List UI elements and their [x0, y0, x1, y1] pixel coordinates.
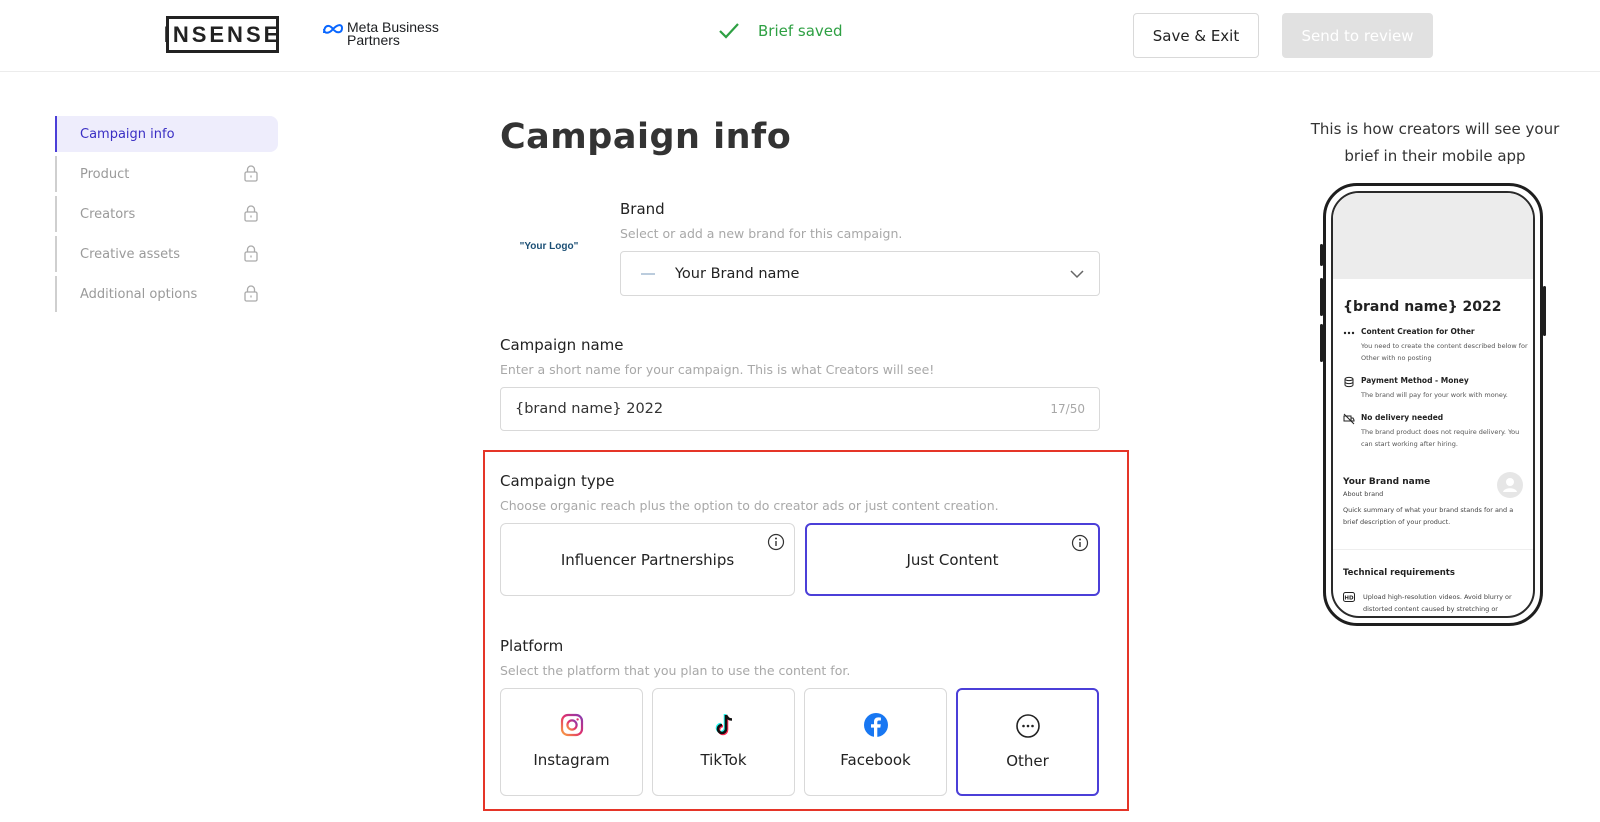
platform-label: Platform — [500, 637, 564, 655]
platform-option-label: Instagram — [533, 751, 610, 769]
brief-saved-text: Brief saved — [758, 22, 843, 40]
lock-icon — [244, 285, 258, 302]
phone-side-button — [1320, 324, 1323, 362]
instagram-icon — [560, 713, 583, 737]
platform-option-label: Other — [1006, 752, 1049, 770]
info-icon[interactable] — [767, 533, 785, 551]
preview-row-title: No delivery needed — [1361, 413, 1444, 422]
meta-logo-icon — [323, 24, 344, 34]
preview-tech-text: Upload high-resolution videos. Avoid blu… — [1363, 593, 1512, 613]
type-option-label: Influencer Partnerships — [560, 550, 735, 569]
platform-hint: Select the platform that you plan to use… — [500, 663, 851, 678]
lock-icon — [244, 165, 258, 182]
preview-caption: This is how creators will see your brief… — [1310, 120, 1560, 165]
sidebar-item-label: Campaign info — [80, 126, 175, 142]
sidebar-item-additional-options[interactable]: Additional options — [55, 276, 278, 312]
platform-other[interactable]: Other — [956, 688, 1099, 796]
preview-about-brand: About brand — [1343, 490, 1384, 498]
preview-row-desc: You need to create the content described… — [1361, 342, 1528, 362]
sidebar-item-creative-assets[interactable]: Creative assets — [55, 236, 278, 272]
preview-campaign-title: {brand name} 2022 — [1343, 299, 1502, 315]
platform-tiktok[interactable]: TikTok — [652, 688, 795, 796]
phone-preview: {brand name} 2022 Content Creation for O… — [1320, 183, 1546, 626]
type-option-label: Just Content — [906, 550, 999, 569]
campaign-name-value: {brand name} 2022 — [515, 401, 664, 417]
insense-logo[interactable]: INSENSE — [164, 16, 279, 53]
sidebar-item-label: Creative assets — [80, 246, 181, 262]
brand-hint: Select or add a new brand for this campa… — [620, 226, 903, 241]
lock-icon — [244, 205, 258, 222]
campaign-name-label: Campaign name — [500, 336, 624, 354]
platform-facebook[interactable]: Facebook — [804, 688, 947, 796]
brand-select[interactable]: Your Brand name — [620, 251, 1100, 296]
page-title: Campaign info — [500, 117, 792, 157]
brand-logo-upload[interactable]: "Your Logo" — [512, 198, 586, 294]
preview-tech-title: Technical requirements — [1343, 568, 1455, 578]
facebook-icon — [863, 713, 888, 737]
brief-saved-status: Brief saved — [718, 22, 843, 40]
preview-row-title: Content Creation for Other — [1361, 327, 1475, 336]
coins-icon — [1344, 376, 1354, 388]
preview-row-desc: The brand will pay for your work with mo… — [1361, 391, 1508, 399]
chevron-down-icon — [1070, 270, 1084, 279]
lock-icon — [244, 245, 258, 262]
sidebar-item-label: Product — [80, 166, 130, 182]
campaign-type-just-content[interactable]: Just Content — [805, 523, 1100, 596]
campaign-type-label: Campaign type — [500, 472, 615, 490]
campaign-name-input[interactable]: {brand name} 2022 17/50 — [500, 387, 1100, 431]
platform-option-label: TikTok — [700, 751, 747, 769]
phone-screen: {brand name} 2022 Content Creation for O… — [1331, 191, 1535, 618]
info-icon[interactable] — [1071, 534, 1089, 552]
logo-placeholder-text: "Your Logo" — [519, 240, 579, 252]
phone-side-button — [1320, 278, 1323, 316]
preview-brand-summary: Quick summary of what your brand stands … — [1343, 506, 1514, 526]
top-bar: INSENSE Meta Business Partners Brief sav… — [0, 0, 1600, 72]
campaign-type-influencer-partnerships[interactable]: Influencer Partnerships — [500, 523, 795, 596]
preview-row-desc: The brand product does not require deliv… — [1361, 428, 1520, 448]
phone-side-button — [1543, 286, 1546, 336]
preview-row-title: Payment Method - Money — [1361, 376, 1469, 385]
partner-line-2: Partners — [347, 32, 400, 48]
campaign-name-hint: Enter a short name for your campaign. Th… — [500, 362, 935, 377]
brand-avatar — [1497, 472, 1523, 498]
sidebar-item-label: Additional options — [80, 286, 198, 302]
preview-cover-image — [1333, 193, 1533, 279]
sidebar-nav: Campaign info Product Creators Creative … — [55, 116, 278, 316]
preview-divider — [1333, 549, 1533, 550]
brand-select-value: Your Brand name — [675, 265, 800, 282]
platform-instagram[interactable]: Instagram — [500, 688, 643, 796]
phone-side-button — [1320, 244, 1323, 266]
brand-label: Brand — [620, 200, 665, 218]
sidebar-item-label: Creators — [80, 206, 136, 222]
sidebar-item-creators[interactable]: Creators — [55, 196, 278, 232]
meta-business-partners-badge: Meta Business Partners — [322, 20, 439, 48]
more-icon — [1015, 714, 1040, 738]
platform-option-label: Facebook — [840, 751, 911, 769]
tiktok-icon — [715, 714, 732, 736]
campaign-type-hint: Choose organic reach plus the option to … — [500, 498, 999, 513]
save-exit-button[interactable]: Save & Exit — [1133, 13, 1259, 58]
brand-mini-logo — [641, 272, 655, 275]
character-counter: 17/50 — [1050, 402, 1085, 416]
dots-icon — [1343, 331, 1355, 335]
hd-icon: HD — [1343, 592, 1355, 602]
send-to-review-button[interactable]: Send to review — [1282, 13, 1433, 58]
sidebar-item-campaign-info[interactable]: Campaign info — [55, 116, 278, 152]
svg-text:HD: HD — [1344, 595, 1354, 601]
checkmark-icon — [719, 23, 739, 39]
preview-brand-name: Your Brand name — [1343, 477, 1431, 487]
no-delivery-icon — [1343, 413, 1355, 425]
sidebar-item-product[interactable]: Product — [55, 156, 278, 192]
avatar-icon — [1503, 478, 1517, 492]
